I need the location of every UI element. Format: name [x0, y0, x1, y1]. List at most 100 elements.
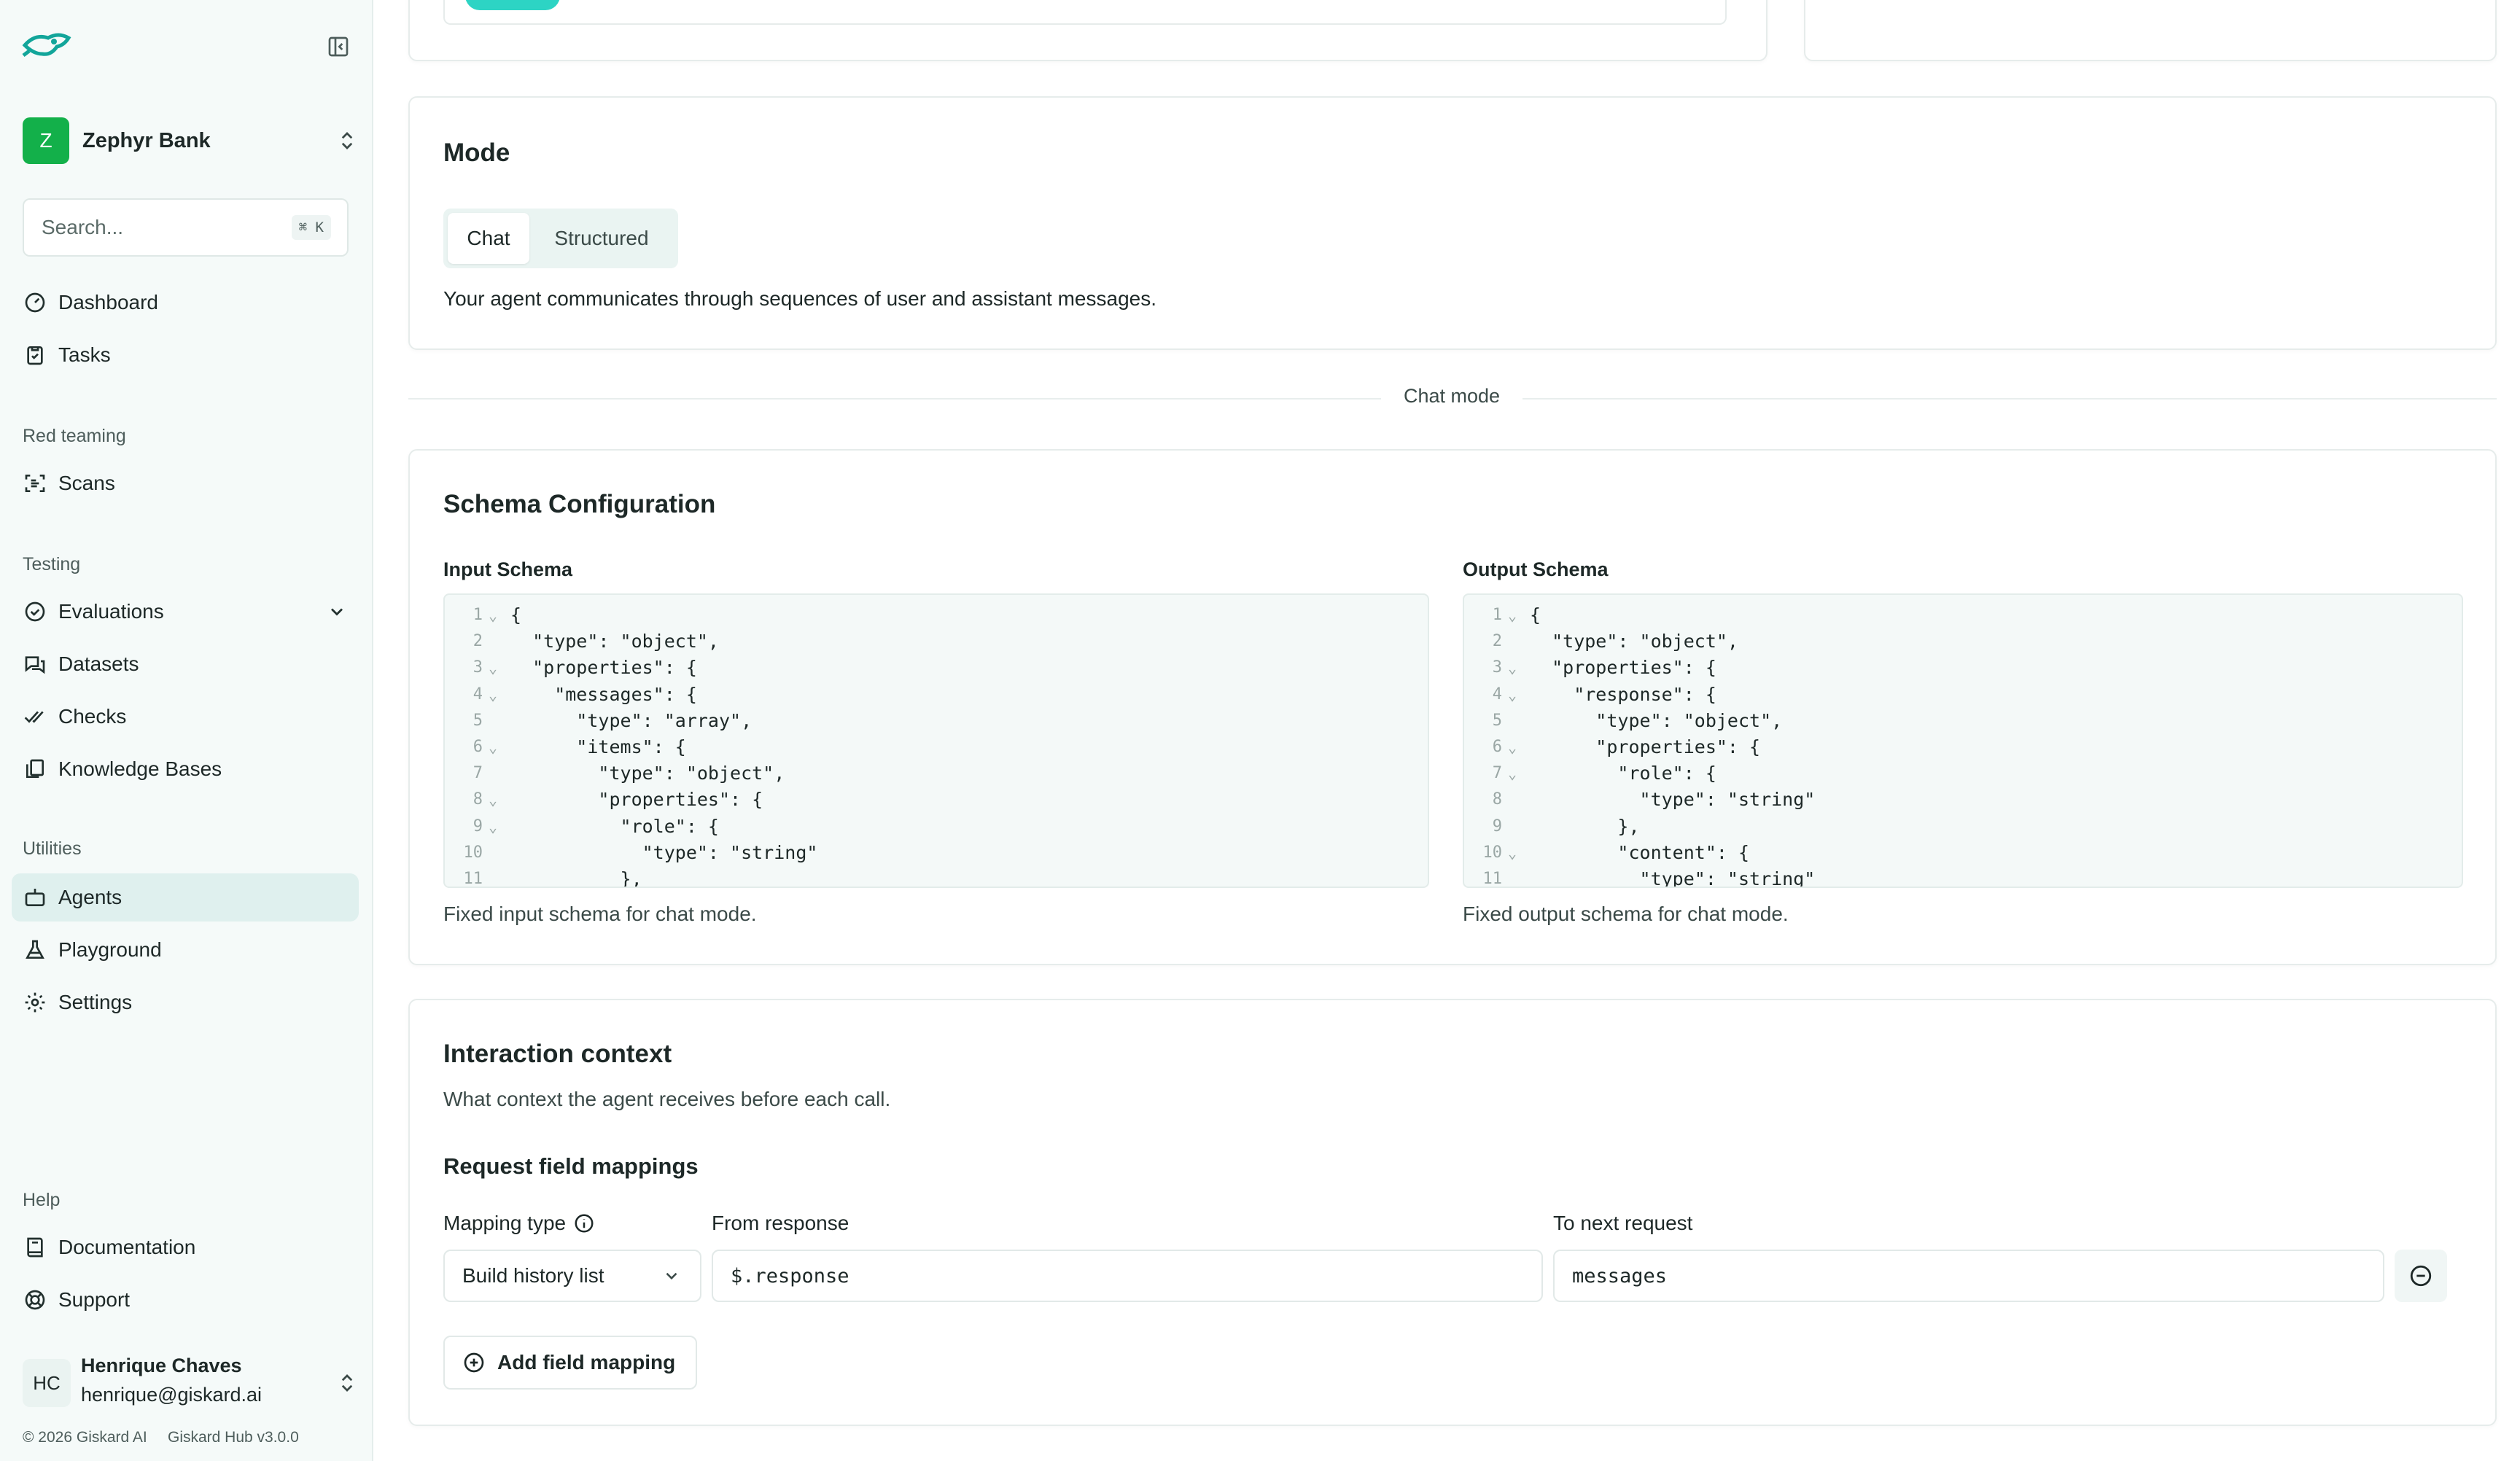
user-menu[interactable]: HC Henrique Chaves henrique@giskard.ai — [23, 1350, 358, 1416]
mappings-title: Request field mappings — [443, 1153, 699, 1179]
code-text: "properties": { — [1530, 657, 1716, 679]
footer-version: Giskard Hub v3.0.0 — [168, 1429, 299, 1446]
search-box[interactable]: Search... ⌘ K — [23, 198, 349, 257]
line-number: 9 — [472, 817, 483, 835]
sidebar-item-dashboard[interactable]: Dashboard — [12, 278, 359, 327]
info-icon[interactable] — [573, 1212, 595, 1234]
sidebar-item-label: Datasets — [58, 652, 139, 675]
tab-structured[interactable]: Structured — [529, 213, 674, 264]
fold-chevron-icon[interactable]: ⌄ — [1505, 682, 1524, 708]
interaction-title: Interaction context — [443, 1040, 672, 1068]
books-icon — [23, 757, 47, 781]
collapse-sidebar-icon[interactable] — [327, 35, 350, 58]
sidebar-item-label: Support — [58, 1288, 131, 1311]
code-line: 5 "type": "object", — [1464, 708, 2462, 734]
code-text: }, — [1530, 815, 1640, 837]
fold-chevron-icon[interactable]: ⌄ — [486, 655, 505, 681]
sidebar-item-agents[interactable]: Agents — [12, 873, 359, 922]
tab-chat[interactable]: Chat — [448, 213, 529, 264]
code-line: 8 ⌄ "properties": { — [445, 787, 1428, 813]
code-line: 11 "type": "string" — [1464, 866, 2462, 887]
code-text: "items": { — [510, 736, 686, 757]
fold-chevron-icon[interactable]: ⌄ — [486, 787, 505, 813]
line-number: 2 — [472, 632, 483, 651]
main-content: Mode Chat Structured Your agent communic… — [375, 0, 2520, 1461]
fold-chevron-icon[interactable]: ⌄ — [1505, 840, 1524, 866]
mapping-type-select[interactable]: Build history list — [443, 1250, 701, 1302]
lifebuoy-icon — [23, 1288, 47, 1312]
remove-mapping-button[interactable] — [2395, 1250, 2447, 1302]
sidebar-item-tasks[interactable]: Tasks — [12, 331, 359, 379]
line-number: 6 — [472, 737, 483, 756]
top-card-right — [1804, 0, 2497, 61]
sidebar-item-checks[interactable]: Checks — [12, 693, 359, 741]
fold-chevron-icon[interactable]: ⌄ — [1505, 760, 1524, 787]
sidebar-item-knowledge-bases[interactable]: Knowledge Bases — [12, 745, 359, 793]
output-schema-help: Fixed output schema for chat mode. — [1463, 903, 1789, 925]
code-text: "properties": { — [510, 789, 763, 811]
footer-copyright: © 2026 Giskard AI — [23, 1429, 147, 1446]
sidebar-item-label: Settings — [58, 991, 133, 1013]
sidebar-item-settings[interactable]: Settings — [12, 978, 359, 1026]
gear-icon — [23, 991, 47, 1014]
sidebar-item-label: Playground — [58, 938, 162, 961]
sidebar-item-label: Documentation — [58, 1236, 196, 1258]
code-text: "type": "object", — [1530, 631, 1738, 652]
sidebar-item-documentation[interactable]: Documentation — [12, 1223, 359, 1271]
top-card-left — [408, 0, 1768, 61]
circle-plus-icon — [462, 1351, 486, 1374]
code-text: "type": "object", — [510, 763, 785, 784]
code-line: 10 "type": "string" — [445, 840, 1428, 866]
code-text: "type": "string" — [510, 841, 818, 863]
code-line: 3 ⌄ "properties": { — [445, 655, 1428, 681]
sidebar-item-datasets[interactable]: Datasets — [12, 640, 359, 688]
org-switcher[interactable]: Z Zephyr Bank — [23, 117, 358, 165]
to-next-request-label: To next request — [1553, 1212, 1693, 1234]
line-number: 5 — [472, 711, 483, 730]
section-red-teaming: Red teaming — [23, 426, 126, 446]
line-number: 5 — [1492, 711, 1502, 730]
sidebar-item-support[interactable]: Support — [12, 1276, 359, 1324]
code-text: { — [510, 604, 522, 626]
code-line: 2 "type": "object", — [445, 628, 1428, 655]
line-number: 1 — [1492, 606, 1502, 624]
sidebar-item-playground[interactable]: Playground — [12, 926, 359, 974]
chevron-up-down-icon — [336, 130, 358, 152]
user-avatar: HC — [23, 1359, 71, 1407]
from-response-input[interactable]: $.response — [712, 1250, 1543, 1302]
sidebar-item-evaluations[interactable]: Evaluations — [12, 588, 359, 636]
mapping-type-label-text: Mapping type — [443, 1212, 567, 1234]
input-schema-editor[interactable]: 1 ⌄{2 "type": "object", 3 ⌄ "properties": {… — [443, 593, 1429, 888]
fold-chevron-icon[interactable]: ⌄ — [1505, 602, 1524, 628]
line-number: 6 — [1492, 737, 1502, 756]
line-number: 3 — [472, 658, 483, 677]
sidebar-item-label: Checks — [58, 705, 127, 728]
sidebar-item-label: Dashboard — [58, 291, 158, 313]
code-text: "type": "string" — [1530, 789, 1816, 811]
line-number: 8 — [1492, 790, 1502, 809]
fold-chevron-icon[interactable]: ⌄ — [1505, 734, 1524, 760]
sidebar-item-scans[interactable]: Scans — [12, 459, 359, 507]
output-schema-editor[interactable]: 1 ⌄{2 "type": "object", 3 ⌄ "properties": {… — [1463, 593, 2463, 888]
line-number: 2 — [1492, 632, 1502, 651]
fold-chevron-icon[interactable]: ⌄ — [486, 734, 505, 760]
fold-chevron-icon[interactable]: ⌄ — [1505, 655, 1524, 681]
line-number: 11 — [463, 869, 483, 888]
sidebar-item-label: Scans — [58, 472, 115, 494]
code-text: "type": "array", — [510, 709, 752, 731]
fold-chevron-icon[interactable]: ⌄ — [486, 814, 505, 840]
fold-chevron-icon[interactable]: ⌄ — [486, 602, 505, 628]
add-field-mapping-button[interactable]: Add field mapping — [443, 1336, 697, 1390]
search-shortcut-badge: ⌘ K — [291, 215, 331, 240]
top-card-teal-button[interactable] — [465, 0, 560, 10]
fold-chevron-icon[interactable]: ⌄ — [486, 682, 505, 708]
code-text: "role": { — [1530, 763, 1716, 784]
chat-mode-divider-label: Chat mode — [1381, 385, 1522, 408]
to-next-request-input[interactable]: messages — [1553, 1250, 2384, 1302]
giskard-logo-icon[interactable] — [22, 29, 73, 60]
